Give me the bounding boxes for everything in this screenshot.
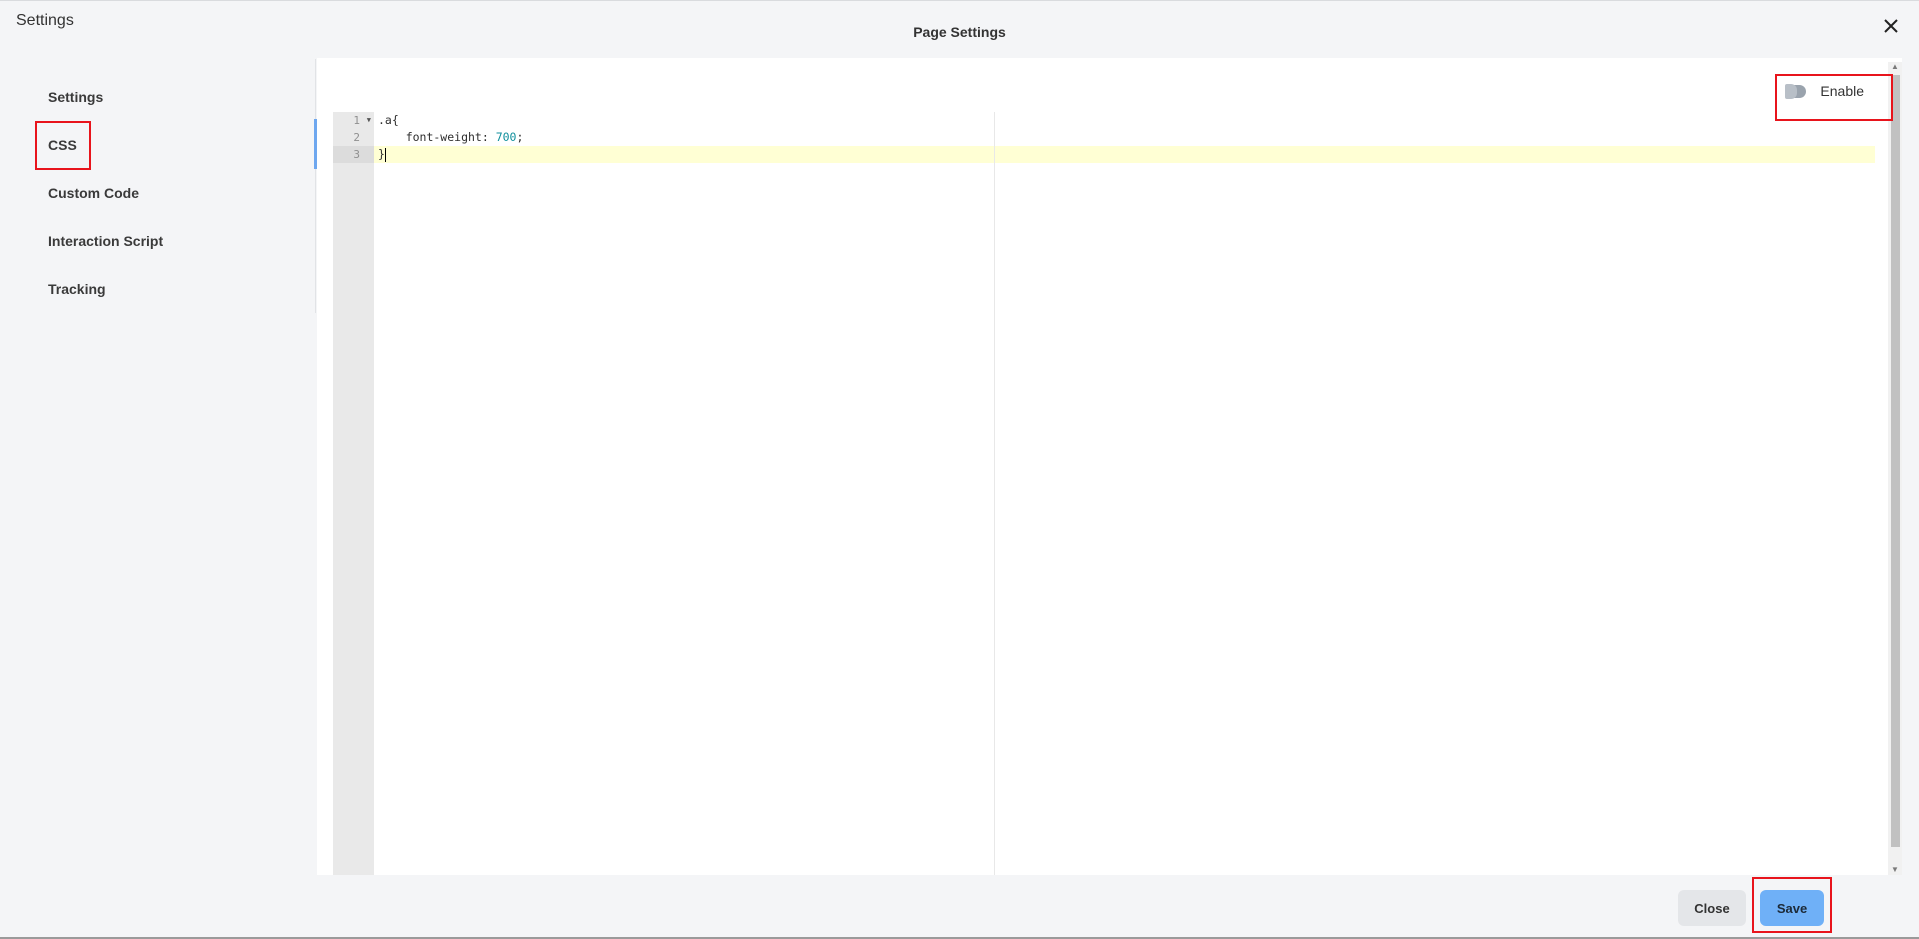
close-icon[interactable]	[1881, 16, 1901, 36]
close-button[interactable]: Close	[1678, 890, 1746, 926]
active-line-highlight	[374, 146, 1875, 163]
scroll-thumb[interactable]	[1891, 75, 1900, 847]
code-line: }	[378, 147, 386, 162]
line-number: 3	[333, 146, 374, 163]
sidebar-item-interaction-script[interactable]: Interaction Script	[48, 233, 163, 249]
settings-window: Settings Page Settings Settings CSS Cust…	[0, 0, 1919, 939]
line-number: 2	[353, 131, 360, 144]
editor-code-area[interactable]: .a{ font-weight: 700; }	[374, 112, 1893, 875]
code-line: .a{	[378, 113, 399, 127]
enable-toggle[interactable]: Enable	[1785, 83, 1864, 99]
sidebar-item-settings[interactable]: Settings	[48, 89, 103, 105]
line-number: 1 ▼	[353, 112, 371, 129]
text-caret	[384, 147, 386, 162]
css-code-editor[interactable]: 1 ▼ 2 3 .a{ font-weight: 700; }	[333, 112, 1893, 875]
sidebar-item-custom-code[interactable]: Custom Code	[48, 185, 139, 201]
editor-scrollbar[interactable]: ▲ ▼	[1888, 62, 1902, 875]
print-margin	[994, 112, 995, 875]
code-line: font-weight: 700;	[378, 130, 524, 144]
dialog-title: Page Settings	[913, 24, 1006, 40]
sidebar-item-css[interactable]: CSS	[48, 137, 77, 153]
fold-arrow-icon[interactable]: ▼	[367, 112, 371, 129]
enable-toggle-label: Enable	[1820, 83, 1864, 99]
scroll-down-icon[interactable]: ▼	[1890, 865, 1900, 875]
sidebar-item-tracking[interactable]: Tracking	[48, 281, 106, 297]
scroll-up-icon[interactable]: ▲	[1890, 62, 1900, 72]
css-settings-panel: Enable 1 ▼ 2 3 .a{ font-weight: 700; } ▲ …	[317, 58, 1902, 875]
toggle-switch-icon[interactable]	[1785, 83, 1807, 99]
save-button[interactable]: Save	[1760, 890, 1824, 926]
editor-gutter: 1 ▼ 2 3	[333, 112, 374, 875]
